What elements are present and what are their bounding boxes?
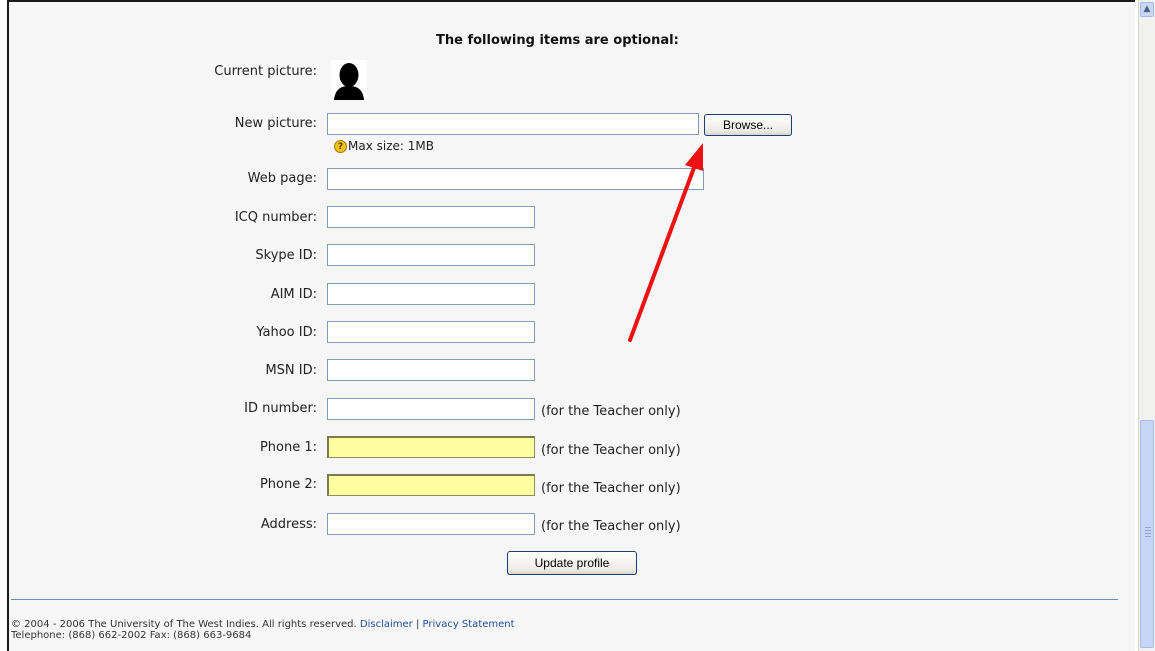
- msn-id-input[interactable]: [327, 359, 535, 381]
- footer-divider: [11, 599, 1118, 600]
- id-number-teacher-note: (for the Teacher only): [541, 404, 681, 419]
- optional-items-heading: The following items are optional:: [436, 33, 679, 48]
- msn-id-label: MSN ID:: [265, 363, 317, 378]
- phone1-input[interactable]: [327, 436, 535, 458]
- footer-separator: |: [415, 619, 420, 630]
- phone2-input[interactable]: [327, 474, 535, 496]
- scrollbar-thumb[interactable]: [1140, 420, 1154, 648]
- user-silhouette-icon: [331, 60, 367, 100]
- current-picture-label: Current picture:: [214, 64, 317, 79]
- skype-id-label: Skype ID:: [255, 248, 317, 263]
- address-label: Address:: [260, 517, 317, 532]
- copyright-text: © 2004 - 2006 The University of The West…: [11, 619, 357, 630]
- new-picture-file-input[interactable]: [327, 113, 699, 135]
- new-picture-label: New picture:: [234, 116, 317, 131]
- yahoo-id-label: Yahoo ID:: [256, 325, 317, 340]
- web-page-label: Web page:: [247, 171, 317, 186]
- annotation-arrow: [628, 143, 703, 342]
- id-number-label: ID number:: [244, 401, 317, 416]
- contact-text: Telephone: (868) 662-2002 Fax: (868) 663…: [11, 630, 252, 641]
- address-teacher-note: (for the Teacher only): [541, 519, 681, 534]
- phone2-label: Phone 2:: [259, 477, 317, 492]
- footer: © 2004 - 2006 The University of The West…: [11, 619, 515, 641]
- aim-id-input[interactable]: [327, 283, 535, 305]
- address-input[interactable]: [327, 513, 535, 535]
- update-profile-button[interactable]: Update profile: [507, 551, 637, 575]
- vertical-scrollbar[interactable]: ▲: [1138, 0, 1155, 651]
- disclaimer-link[interactable]: Disclaimer: [360, 619, 413, 630]
- skype-id-input[interactable]: [327, 244, 535, 266]
- privacy-statement-link[interactable]: Privacy Statement: [423, 619, 515, 630]
- help-icon[interactable]: ?: [334, 140, 347, 153]
- aim-id-label: AIM ID:: [270, 287, 317, 302]
- yahoo-id-input[interactable]: [327, 321, 535, 343]
- phone1-label: Phone 1:: [259, 440, 317, 455]
- chevron-up-icon[interactable]: ▲: [1140, 2, 1154, 17]
- phone1-teacher-note: (for the Teacher only): [541, 443, 681, 458]
- id-number-input[interactable]: [327, 398, 535, 420]
- icq-number-label: ICQ number:: [234, 210, 317, 225]
- phone2-teacher-note: (for the Teacher only): [541, 481, 681, 496]
- icq-number-input[interactable]: [327, 206, 535, 228]
- max-size-hint: Max size: 1MB: [348, 139, 434, 153]
- browse-button[interactable]: Browse...: [704, 114, 792, 136]
